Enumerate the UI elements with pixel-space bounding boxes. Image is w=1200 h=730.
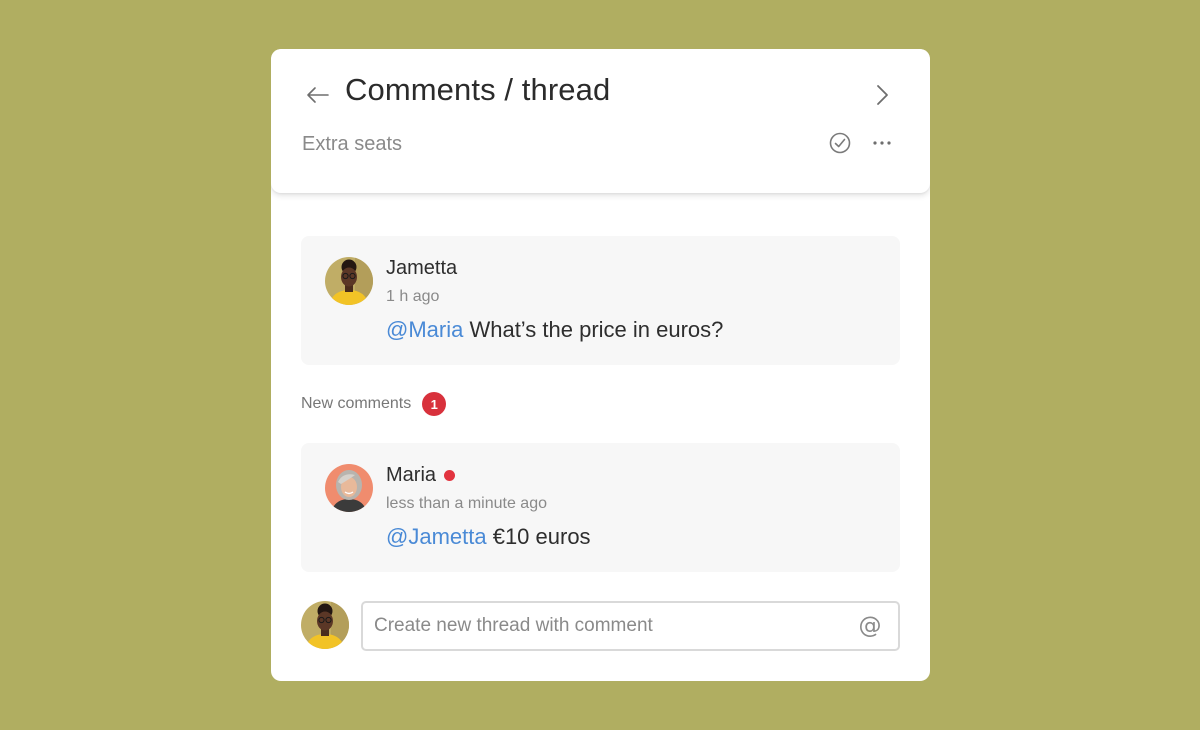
next-thread-button[interactable] [867,80,897,110]
resolve-thread-button[interactable] [827,130,853,156]
comment-card: Maria less than a minute ago @Jametta €1… [301,443,900,572]
new-thread-composer: @ [361,601,900,651]
back-button[interactable] [303,80,333,110]
check-circle-icon [829,132,851,154]
ellipsis-icon [873,141,891,145]
comment-text: @Maria What’s the price in euros? [386,317,723,343]
current-user-avatar [301,601,349,649]
at-sign-icon: @ [858,613,882,639]
comment-input[interactable] [374,603,844,649]
arrow-left-icon [307,87,329,103]
comment-author: Maria [386,464,456,487]
comment-body: What’s the price in euros? [463,317,724,342]
comment-card: Jametta 1 h ago @Maria What’s the price … [301,236,900,365]
mention-link[interactable]: @Jametta [386,524,487,549]
more-options-button[interactable] [869,130,895,156]
new-comments-label: New comments [301,395,412,412]
unread-dot [444,470,456,481]
page-title: Comments / thread [345,72,611,107]
comment-timestamp: 1 h ago [386,288,440,305]
mention-button[interactable]: @ [857,613,883,639]
mention-link[interactable]: @Maria [386,317,463,342]
avatar [325,464,373,512]
chevron-right-icon [877,85,888,105]
comment-body: €10 euros [486,524,591,549]
comment-timestamp: less than a minute ago [386,495,547,512]
thread-subtitle: Extra seats [302,133,403,155]
comment-author: Jametta [386,257,457,280]
thread-header: Comments / thread Extra seats [271,49,930,193]
comment-text: @Jametta €10 euros [386,524,591,550]
author-name: Jametta [386,257,458,279]
author-name: Maria [386,464,437,486]
comments-panel: Comments / thread Extra seats Jametta 1 … [271,49,930,681]
new-comments-count-badge: 1 [422,392,447,416]
avatar [325,257,373,305]
new-comments-divider: New comments 1 [301,392,447,416]
